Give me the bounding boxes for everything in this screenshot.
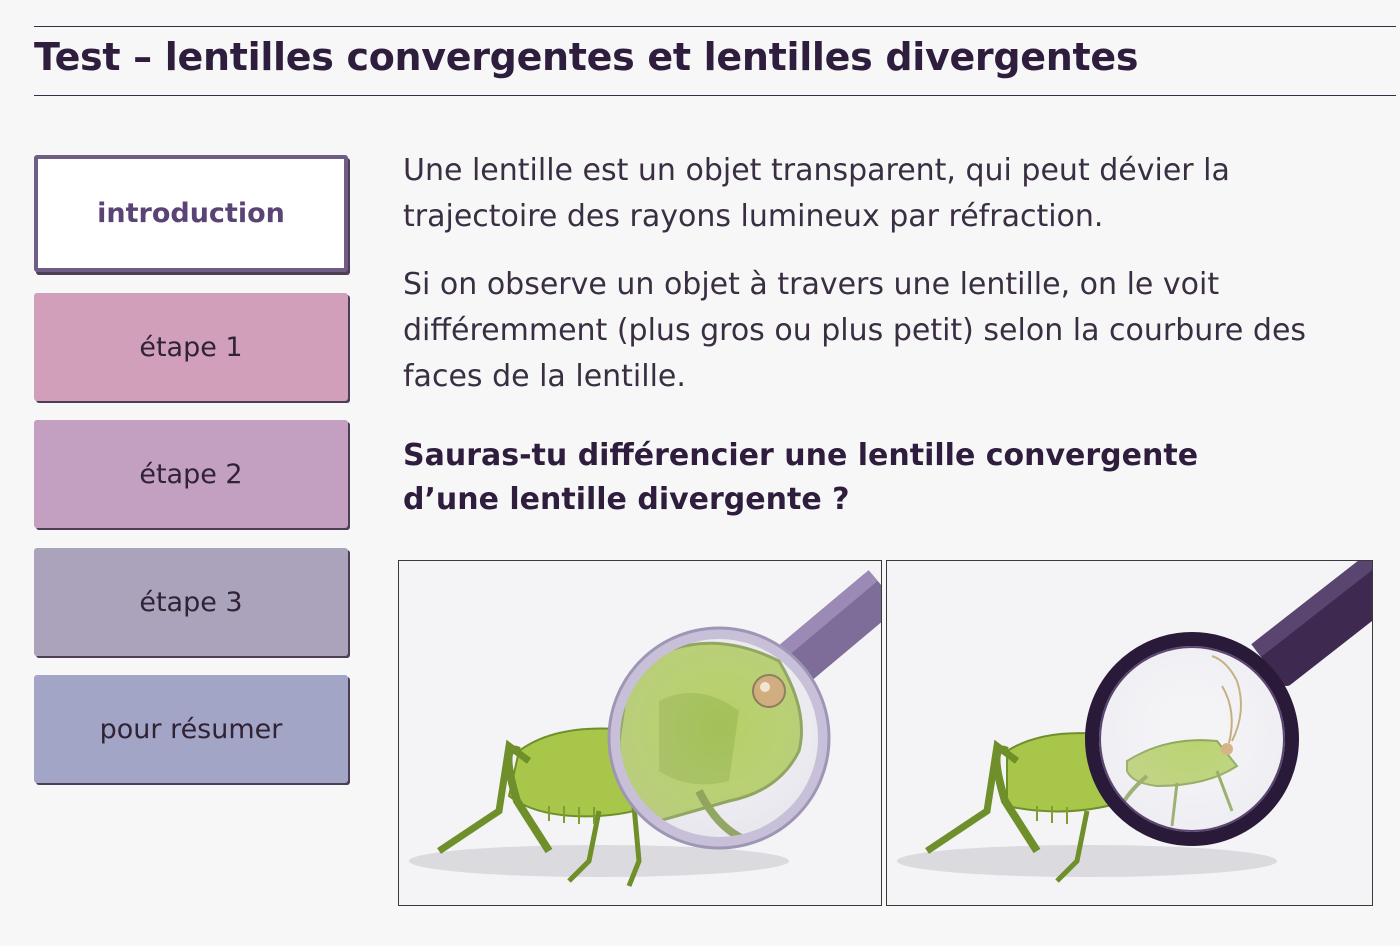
nav-step-2-button[interactable]: étape 2 bbox=[34, 420, 348, 528]
nav-introduction-button[interactable]: introduction bbox=[34, 155, 348, 272]
intro-paragraph-1: Une lentille est un objet transparent, q… bbox=[403, 153, 1230, 234]
intro-paragraph-2: Si on observe un objet à travers une len… bbox=[403, 267, 1307, 394]
nav-step-1-button[interactable]: étape 1 bbox=[34, 293, 348, 401]
grasshopper-magnified-icon bbox=[409, 570, 881, 887]
page-header: Test – lentilles convergentes et lentill… bbox=[34, 26, 1396, 96]
grasshopper-reduced-icon bbox=[897, 561, 1372, 883]
nav-summary-button[interactable]: pour résumer bbox=[34, 675, 348, 783]
converging-lens-illustration bbox=[398, 560, 882, 906]
intro-question: Sauras-tu différencier une lentille conv… bbox=[403, 438, 1199, 517]
diverging-lens-illustration bbox=[886, 560, 1373, 906]
page-title: Test – lentilles convergentes et lentill… bbox=[34, 35, 1139, 79]
nav-step-3-button[interactable]: étape 3 bbox=[34, 548, 348, 656]
